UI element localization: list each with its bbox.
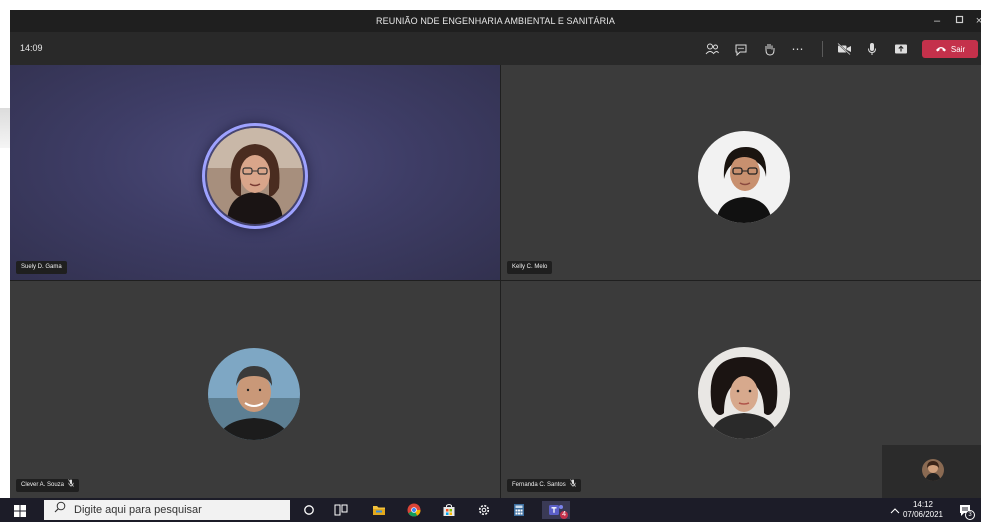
clock-date: 07/06/2021 — [902, 510, 944, 519]
windows-taskbar: Digite aqui para pesquisar 4 14:12 07/06… — [0, 498, 981, 522]
call-toolbar: 14:09 ⋯ Sair — [10, 32, 981, 65]
cortana-icon[interactable] — [300, 501, 318, 519]
close-icon[interactable]: × — [967, 10, 981, 32]
taskbar-search-box[interactable]: Digite aqui para pesquisar — [44, 500, 290, 520]
participant-tile[interactable]: Kelly C. Melo — [501, 65, 981, 280]
avatar — [208, 348, 300, 440]
settings-icon[interactable] — [475, 501, 493, 519]
participant-tile[interactable]: Suely D. Gama — [10, 65, 500, 280]
calculator-icon[interactable] — [510, 501, 528, 519]
notification-icon[interactable]: 3 — [956, 501, 975, 520]
share-screen-icon[interactable] — [892, 40, 910, 58]
store-icon[interactable] — [440, 501, 458, 519]
taskbar-clock[interactable]: 14:12 07/06/2021 — [902, 500, 944, 520]
call-duration: 14:09 — [20, 43, 43, 53]
clock-time: 14:12 — [912, 500, 934, 509]
participant-tile[interactable]: Clever A. Souza — [10, 281, 500, 498]
search-placeholder: Digite aqui para pesquisar — [74, 504, 202, 516]
notification-count: 3 — [965, 510, 975, 520]
leave-button-label: Sair — [950, 44, 966, 54]
participant-name: Clever A. Souza — [21, 482, 65, 488]
participant-name: Suely D. Gama — [21, 264, 62, 270]
participant-name-tag: Suely D. Gama — [16, 261, 67, 274]
participant-name: Fernanda C. Santos — [512, 482, 566, 488]
avatar — [698, 131, 790, 223]
participants-icon[interactable] — [703, 40, 721, 58]
camera-off-icon[interactable] — [835, 40, 853, 58]
search-icon — [54, 500, 66, 520]
raise-hand-icon[interactable] — [760, 40, 778, 58]
mic-muted-icon — [68, 478, 74, 493]
participant-name-tag: Fernanda C. Santos — [507, 478, 581, 493]
task-view-icon[interactable] — [332, 501, 350, 519]
avatar — [207, 128, 303, 224]
background-window-edge — [0, 108, 10, 148]
avatar — [698, 347, 790, 439]
chrome-icon[interactable] — [405, 501, 423, 519]
windows-start-icon[interactable] — [14, 504, 26, 517]
minimize-icon[interactable]: – — [925, 10, 949, 32]
toolbar-divider — [822, 41, 823, 57]
more-icon[interactable]: ⋯ — [789, 40, 807, 58]
self-view-preview[interactable] — [882, 445, 981, 498]
teams-icon[interactable]: 4 — [542, 501, 570, 519]
leave-call-button[interactable]: Sair — [922, 40, 978, 58]
phone-hangup-icon — [935, 45, 947, 54]
participant-name-tag: Clever A. Souza — [16, 478, 80, 493]
teams-badge: 4 — [560, 511, 568, 519]
participant-name-tag: Kelly C. Melo — [507, 261, 553, 274]
microphone-icon[interactable] — [863, 40, 881, 58]
self-avatar — [922, 459, 944, 481]
participant-name: Kelly C. Melo — [512, 264, 548, 270]
video-grid: Suely D. Gama Kelly C. Melo Clever A. So… — [10, 65, 981, 498]
file-explorer-icon[interactable] — [370, 501, 388, 519]
chat-icon[interactable] — [732, 40, 750, 58]
mic-muted-icon — [569, 478, 576, 493]
meeting-title: REUNIÃO NDE ENGENHARIA AMBIENTAL E SANIT… — [376, 16, 615, 26]
window-titlebar: REUNIÃO NDE ENGENHARIA AMBIENTAL E SANIT… — [10, 10, 981, 32]
